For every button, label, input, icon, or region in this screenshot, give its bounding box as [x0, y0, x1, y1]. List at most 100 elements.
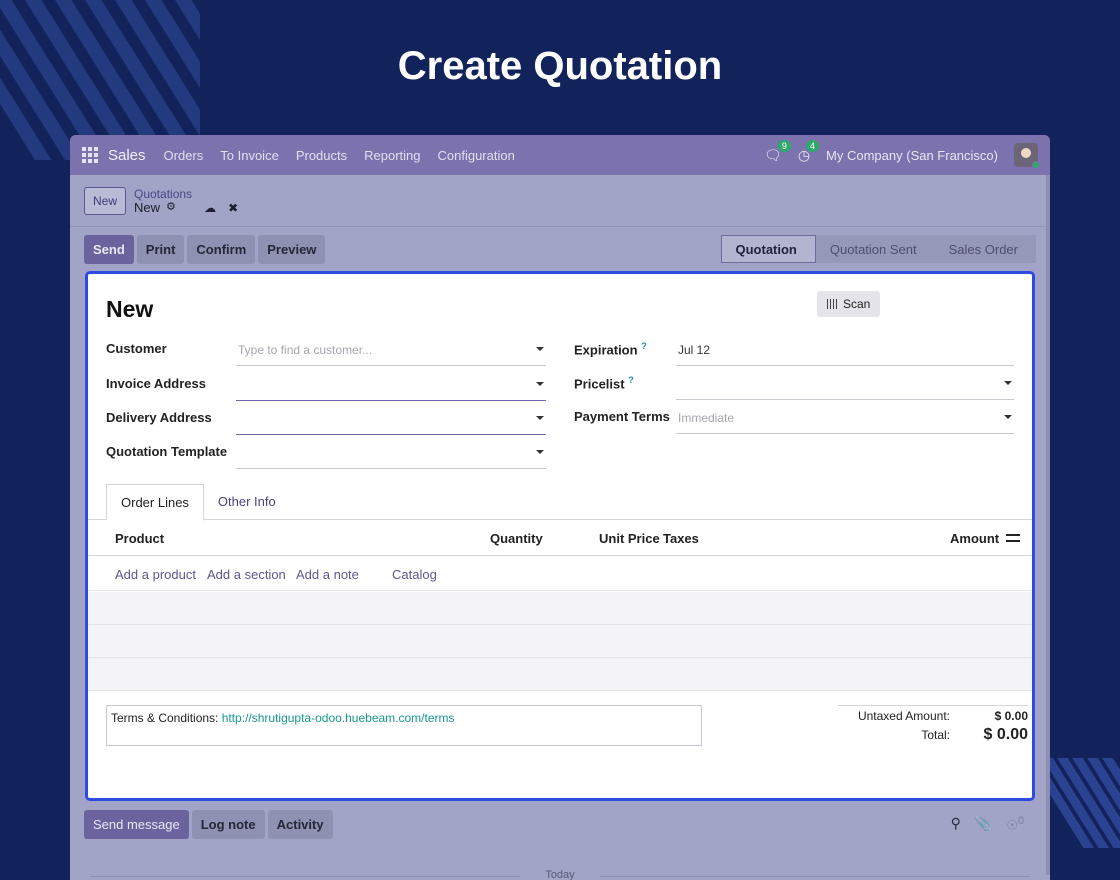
activity-button[interactable]: Activity — [267, 810, 333, 839]
gear-icon[interactable]: ⚙ — [166, 201, 176, 214]
search-icon[interactable]: ⚲ — [951, 815, 961, 833]
app-brand[interactable]: Sales — [108, 147, 146, 164]
print-button[interactable]: Print — [136, 234, 185, 264]
scrollbar[interactable] — [1046, 175, 1050, 875]
expiration-input[interactable]: Jul 12 — [676, 341, 1014, 366]
delivery-address-field: Delivery Address — [106, 410, 546, 435]
catalog-link[interactable]: Catalog — [392, 567, 437, 582]
column-taxes[interactable]: Taxes — [663, 531, 699, 546]
tab-other-info[interactable]: Other Info — [204, 484, 290, 521]
log-note-button[interactable]: Log note — [191, 810, 265, 839]
chevron-down-icon[interactable] — [1004, 415, 1012, 419]
pricelist-label: Pricelist ? — [574, 375, 634, 392]
chevron-down-icon[interactable] — [536, 382, 544, 386]
empty-row — [88, 658, 1032, 691]
apps-grid-icon[interactable] — [82, 147, 98, 163]
status-bar: Quotation Quotation Sent Sales Order — [720, 235, 1036, 263]
messages-icon[interactable]: 🗨 9 — [764, 139, 791, 164]
menu-orders[interactable]: Orders — [164, 148, 204, 163]
untaxed-amount-row: Untaxed Amount: $ 0.00 — [838, 709, 1028, 723]
terms-link[interactable]: http://shrutigupta-odoo.huebeam.com/term… — [222, 711, 455, 725]
column-amount[interactable]: Amount — [950, 531, 999, 546]
quotation-template-label: Quotation Template — [106, 444, 228, 459]
add-section-link[interactable]: Add a section — [207, 567, 286, 582]
send-button[interactable]: Send — [84, 234, 134, 264]
total-value: $ 0.00 — [983, 726, 1028, 743]
menu-reporting[interactable]: Reporting — [364, 148, 420, 163]
menu-configuration[interactable]: Configuration — [438, 148, 515, 163]
followers-count: 0 — [1017, 815, 1024, 828]
invoice-address-input[interactable] — [236, 376, 546, 401]
total-row: Total: $ 0.00 — [838, 726, 1028, 744]
total-label: Total: — [921, 728, 950, 742]
delivery-address-input[interactable] — [236, 410, 546, 435]
add-note-link[interactable]: Add a note — [296, 567, 359, 582]
online-status-dot — [1032, 161, 1040, 169]
customer-field: Customer Type to find a customer... — [106, 341, 546, 366]
breadcrumb-quotations-link[interactable]: Quotations — [134, 187, 192, 201]
add-product-link[interactable]: Add a product — [115, 567, 196, 582]
expiration-field: Expiration ? Jul 12 — [574, 341, 1014, 366]
untaxed-amount-label: Untaxed Amount: — [857, 709, 950, 723]
send-message-button[interactable]: Send message — [84, 810, 189, 839]
column-quantity[interactable]: Quantity — [490, 531, 543, 546]
scan-label: Scan — [843, 297, 871, 311]
scan-button[interactable]: Scan — [817, 291, 881, 317]
chevron-down-icon[interactable] — [1004, 381, 1012, 385]
chevron-down-icon[interactable] — [536, 416, 544, 420]
preview-button[interactable]: Preview — [258, 234, 326, 264]
pricelist-field: Pricelist ? — [574, 375, 1014, 400]
control-panel: New Quotations New ⚙ ☁ ✖ — [70, 175, 1050, 227]
invoice-address-field: Invoice Address — [106, 376, 546, 401]
totals-summary: Untaxed Amount: $ 0.00 Total: $ 0.00 — [838, 705, 1028, 744]
decorative-stripes-bottom-right — [1048, 758, 1120, 848]
empty-row — [88, 625, 1032, 658]
expiration-label: Expiration ? — [574, 341, 647, 358]
add-line-row: Add a product Add a section Add a note C… — [88, 557, 1032, 591]
pricelist-input[interactable] — [676, 375, 1014, 400]
payment-terms-label: Payment Terms — [574, 409, 670, 424]
form-tabs: Order Lines Other Info — [106, 484, 290, 521]
help-tooltip-icon[interactable]: ? — [641, 341, 647, 351]
user-avatar[interactable] — [1014, 143, 1040, 169]
top-navbar: Sales Orders To Invoice Products Reporti… — [70, 135, 1050, 175]
followers-icon[interactable]: ☉0 — [1006, 815, 1024, 833]
customer-input[interactable]: Type to find a customer... — [236, 341, 546, 366]
breadcrumb: Quotations New ⚙ — [134, 187, 192, 215]
confirm-button[interactable]: Confirm — [187, 234, 256, 264]
tab-order-lines[interactable]: Order Lines — [106, 484, 204, 521]
customer-placeholder: Type to find a customer... — [238, 343, 373, 357]
discard-close-icon[interactable]: ✖ — [228, 201, 238, 215]
stage-quotation[interactable]: Quotation — [720, 235, 816, 263]
payment-terms-input[interactable]: Immediate — [676, 409, 1014, 434]
order-lines-header: Product Quantity Unit Price Taxes Amount — [88, 520, 1032, 556]
optional-columns-sliders-icon[interactable] — [1006, 531, 1020, 545]
breadcrumb-current: New — [134, 199, 161, 215]
help-tooltip-icon[interactable]: ? — [628, 375, 634, 385]
new-button[interactable]: New — [84, 186, 127, 215]
today-separator: Today — [70, 869, 1050, 880]
form-sheet: New Scan Customer Type to find a custome… — [85, 271, 1035, 801]
untaxed-amount-value: $ 0.00 — [994, 709, 1028, 723]
quotation-template-input[interactable] — [236, 444, 546, 469]
paperclip-icon[interactable]: 📎 — [975, 815, 992, 833]
company-switcher[interactable]: My Company (San Francisco) — [826, 148, 998, 163]
record-title: New — [106, 296, 154, 322]
column-product[interactable]: Product — [115, 531, 164, 546]
payment-terms-placeholder: Immediate — [678, 411, 735, 425]
action-bar: Send Print Confirm Preview Quotation Quo… — [70, 227, 1050, 271]
menu-to-invoice[interactable]: To Invoice — [220, 148, 279, 163]
activities-icon[interactable]: ◷ 4 — [798, 139, 820, 164]
save-cloud-icon[interactable]: ☁ — [204, 201, 216, 215]
chatter-bar: Send message Log note Activity ⚲ 📎 ☉0 — [84, 810, 1034, 839]
payment-terms-field: Payment Terms Immediate — [574, 409, 1014, 434]
app-window: Sales Orders To Invoice Products Reporti… — [70, 135, 1050, 880]
stage-quotation-sent[interactable]: Quotation Sent — [815, 235, 935, 263]
chevron-down-icon[interactable] — [536, 347, 544, 351]
column-unit-price[interactable]: Unit Price — [599, 531, 660, 546]
menu-products[interactable]: Products — [296, 148, 347, 163]
stage-sales-order[interactable]: Sales Order — [934, 235, 1036, 263]
chevron-down-icon[interactable] — [536, 450, 544, 454]
page-heading: Create Quotation — [397, 44, 723, 88]
terms-and-conditions-field[interactable]: Terms & Conditions: http://shrutigupta-o… — [106, 705, 702, 746]
